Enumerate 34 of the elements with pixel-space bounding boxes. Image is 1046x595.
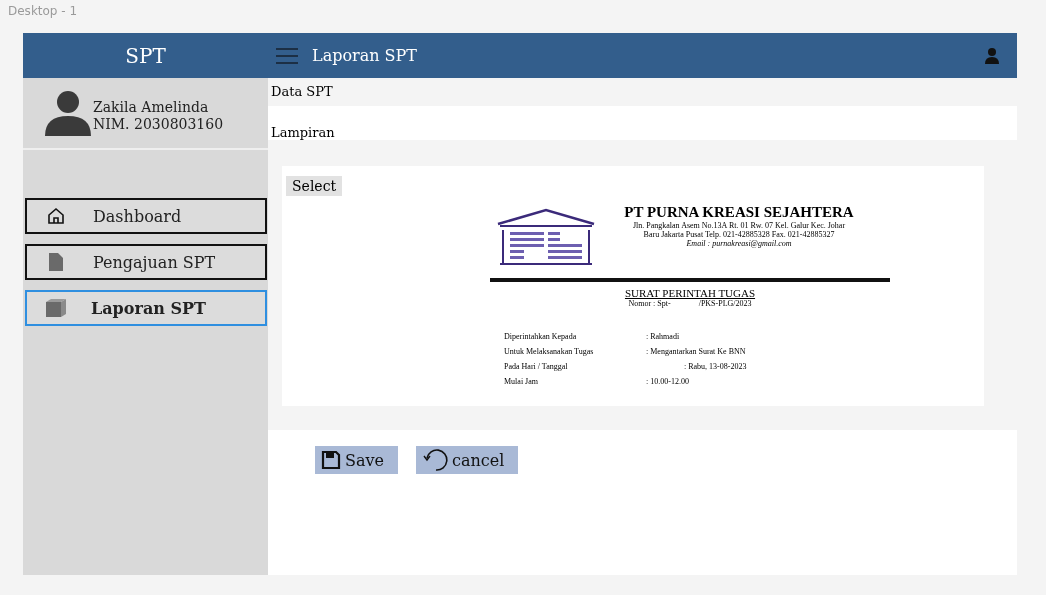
company-address: Jln. Pangkalan Asem No.13A Rt. 01 Rw. 07 Kel. Galur Kec. Johar	[631, 221, 847, 230]
nav-item[interactable]: Dashboard	[25, 198, 267, 234]
letter-field-value: : Mengantarkan Surat Ke BNN	[646, 347, 747, 356]
save-icon	[321, 450, 341, 470]
letter-heading: SURAT PERINTAH TUGAS	[623, 287, 757, 299]
company-email: Email : purnakreasi@gmail.com	[685, 239, 793, 248]
avatar-icon	[45, 90, 91, 136]
cancel-button[interactable]: cancel	[416, 446, 519, 474]
canvas-label: Desktop - 1	[8, 4, 78, 18]
menu-icon[interactable]	[276, 47, 298, 64]
brand-title: SPT	[124, 43, 167, 68]
field-label: Lampiran	[271, 125, 335, 140]
company-address: Baru Jakarta Pusat Telp. 021-42885328 Fax. 021-42885327	[642, 230, 836, 239]
letter-field-label: Untuk Melaksanakan Tugas	[504, 347, 595, 356]
nav-item[interactable]: Laporan SPT	[25, 290, 267, 326]
letter-field-label: Pada Hari / Tanggal	[504, 362, 569, 371]
undo-icon	[422, 449, 448, 471]
user-id: NIM. 2030803160	[93, 116, 224, 133]
letter-field-label: Diperintahkan Kepada	[504, 332, 578, 341]
page-title: Laporan SPT	[312, 46, 417, 65]
home-icon	[45, 207, 67, 225]
user-name: Zakila Amelinda	[93, 99, 210, 116]
select-button[interactable]: Select	[286, 176, 343, 196]
nav-item[interactable]: Pengajuan SPT	[25, 244, 267, 280]
letter-field-label: Mulai Jam	[504, 377, 539, 386]
user-icon[interactable]	[985, 47, 999, 64]
company-name: PT PURNA KREASI SEJAHTERA	[623, 204, 855, 221]
letter-field-value: : Rabu, 13-08-2023	[683, 362, 748, 371]
letter-field-value: : Rahmadi	[646, 332, 681, 341]
letter-number-suffix: /PKS-PLG/2023	[698, 299, 752, 308]
logo-icon	[496, 208, 596, 266]
letter-field-value: : 10.00-12.00	[646, 377, 690, 386]
save-button[interactable]: Save	[315, 446, 398, 474]
letter-number-label: Nomor : Spt-	[628, 299, 671, 308]
